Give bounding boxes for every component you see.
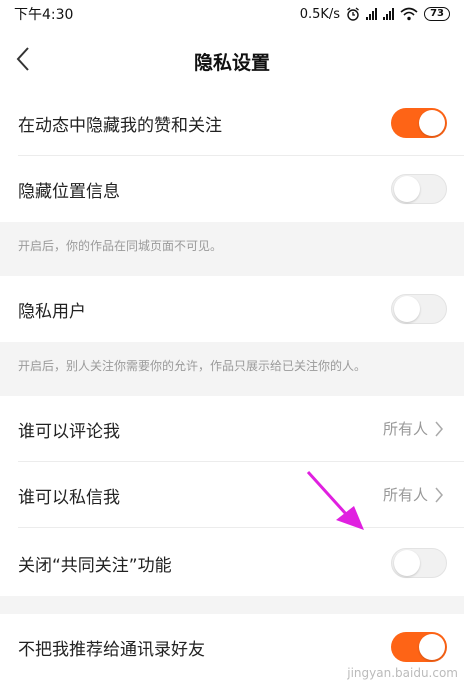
private-note: 开启后，别人关注你需要你的允许，作品只展示给已关注你的人。 bbox=[0, 342, 464, 396]
status-time: 下午4:30 bbox=[14, 7, 74, 23]
setting-label: 隐私用户 bbox=[18, 302, 86, 322]
status-bar: 下午4:30 0.5K/s 73 bbox=[0, 0, 464, 28]
comment-permission-text: 所有人 bbox=[382, 420, 428, 438]
private-user-toggle[interactable] bbox=[391, 294, 447, 324]
location-note: 开启后，你的作品在同城页面不可见。 bbox=[0, 222, 464, 276]
annotation-arrow-icon bbox=[306, 470, 364, 530]
setting-hide-location[interactable]: 隐藏位置信息 bbox=[0, 156, 464, 222]
contacts-recommend-toggle[interactable] bbox=[391, 632, 447, 662]
private-note-text: 开启后，别人关注你需要你的允许，作品只展示给已关注你的人。 bbox=[18, 359, 367, 373]
setting-private-user[interactable]: 隐私用户 bbox=[0, 276, 464, 342]
page-title: 隐私设置 bbox=[193, 52, 270, 74]
network-speed: 0.5K/s bbox=[299, 6, 341, 22]
chevron-right-icon bbox=[435, 421, 443, 436]
setting-label: 谁可以评论我 bbox=[18, 422, 120, 442]
setting-label: 在动态中隐藏我的赞和关注 bbox=[18, 116, 222, 136]
status-icons: 0.5K/s 73 bbox=[300, 7, 450, 22]
comment-permission-value[interactable]: 所有人 bbox=[383, 418, 444, 439]
setting-label: 关闭“共同关注”功能 bbox=[18, 556, 172, 576]
wifi-icon bbox=[400, 7, 418, 21]
hide-location-toggle[interactable] bbox=[391, 174, 447, 204]
setting-label: 隐藏位置信息 bbox=[18, 182, 120, 202]
setting-mutual-follow[interactable]: 关闭“共同关注”功能 bbox=[0, 530, 464, 596]
signal-hd-icon bbox=[366, 8, 378, 20]
setting-who-can-message[interactable]: 谁可以私信我 所有人 bbox=[0, 462, 464, 528]
alarm-icon bbox=[347, 7, 359, 21]
setting-hide-likes[interactable]: 在动态中隐藏我的赞和关注 bbox=[0, 90, 464, 156]
setting-who-can-comment[interactable]: 谁可以评论我 所有人 bbox=[0, 396, 464, 462]
hide-likes-toggle[interactable] bbox=[391, 108, 447, 138]
section-gap bbox=[0, 596, 464, 614]
chevron-right-icon bbox=[435, 487, 443, 502]
message-permission-text: 所有人 bbox=[382, 486, 428, 504]
signal-icon bbox=[383, 8, 395, 20]
location-note-text: 开启后，你的作品在同城页面不可见。 bbox=[18, 239, 223, 253]
nav-bar: 隐私设置 bbox=[0, 30, 464, 90]
setting-label: 谁可以私信我 bbox=[18, 488, 120, 508]
watermark: jingyan.baidu.com bbox=[347, 666, 458, 680]
mutual-follow-toggle[interactable] bbox=[391, 548, 447, 578]
message-permission-value[interactable]: 所有人 bbox=[383, 484, 444, 505]
battery-icon: 73 bbox=[424, 7, 450, 21]
setting-label: 不把我推荐给通讯录好友 bbox=[18, 640, 205, 660]
